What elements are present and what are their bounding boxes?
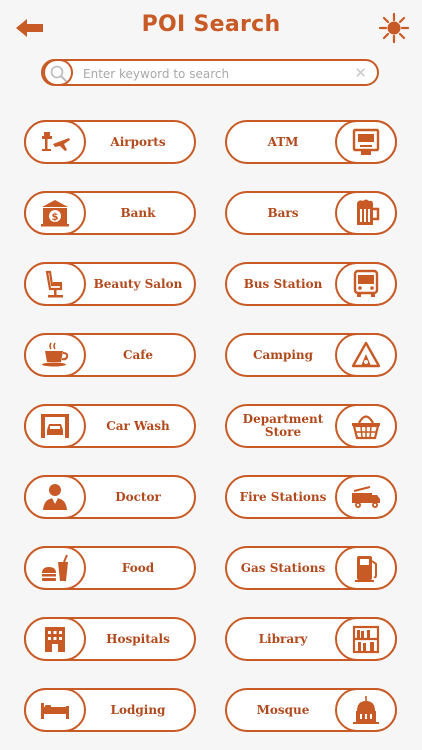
poi-airports-button[interactable]: Airports [24, 120, 196, 164]
mosque-icon [353, 696, 379, 724]
shopping-basket-icon [352, 415, 380, 440]
poi-label: Airports [110, 134, 166, 149]
gas-pump-icon [355, 556, 377, 582]
poi-beauty-salon-button[interactable]: Beauty Salon [24, 262, 196, 306]
poi-department-store-button[interactable]: Department Store [225, 404, 397, 448]
poi-lodging-button[interactable]: Lodging [24, 688, 196, 732]
poi-bars-button[interactable]: Bars [225, 191, 397, 235]
poi-label: Fire Stations [239, 489, 327, 504]
doctor-icon [43, 484, 67, 510]
poi-label: ATM [267, 134, 299, 149]
poi-library-button[interactable]: Library [225, 617, 397, 661]
poi-camping-button[interactable]: Camping [225, 333, 397, 377]
car-wash-icon [41, 414, 69, 438]
bus-icon [353, 269, 379, 297]
poi-label: Bars [267, 205, 299, 220]
poi-label: Hospitals [106, 631, 170, 646]
svg-text:$: $ [52, 212, 59, 223]
poi-mosque-button[interactable]: Mosque [225, 688, 397, 732]
fast-food-icon [42, 554, 68, 581]
poi-label: Doctor [115, 489, 161, 504]
poi-label: Cafe [122, 347, 154, 362]
poi-gas-stations-button[interactable]: Gas Stations [225, 546, 397, 590]
poi-label: Camping [252, 347, 314, 362]
poi-car-wash-button[interactable]: Car Wash [24, 404, 196, 448]
poi-fire-stations-button[interactable]: Fire Stations [225, 475, 397, 519]
poi-doctor-button[interactable]: Doctor [24, 475, 196, 519]
poi-food-button[interactable]: Food [24, 546, 196, 590]
poi-bus-station-button[interactable]: Bus Station [225, 262, 397, 306]
fire-truck-icon [352, 486, 380, 508]
poi-grid: Airports ATM $ Bank Bars Beauty Salon Bu… [0, 0, 422, 750]
poi-cafe-button[interactable]: Cafe [24, 333, 196, 377]
poi-label: Library [258, 631, 308, 646]
tent-icon [351, 341, 381, 368]
poi-atm-button[interactable]: ATM [225, 120, 397, 164]
poi-label: Food [121, 560, 155, 575]
poi-label: Gas Stations [240, 560, 326, 575]
beer-mug-icon [357, 199, 380, 225]
poi-hospitals-button[interactable]: Hospitals [24, 617, 196, 661]
poi-label: Bus Station [243, 276, 323, 291]
bookshelf-icon [352, 625, 380, 654]
poi-label: Lodging [110, 702, 166, 717]
poi-label: Mosque [256, 702, 310, 717]
bank-icon: $ [41, 200, 69, 227]
poi-label: Beauty Salon [93, 276, 183, 291]
poi-bank-button[interactable]: $ Bank [24, 191, 196, 235]
atm-icon [352, 128, 380, 155]
poi-label: Department Store [242, 412, 324, 439]
poi-label: Bank [120, 205, 156, 220]
hospital-building-icon [45, 627, 65, 652]
salon-chair-icon [45, 270, 63, 298]
bed-icon [41, 703, 69, 719]
poi-label: Car Wash [106, 418, 170, 433]
airport-icon [42, 132, 70, 151]
coffee-cup-icon [42, 342, 69, 367]
